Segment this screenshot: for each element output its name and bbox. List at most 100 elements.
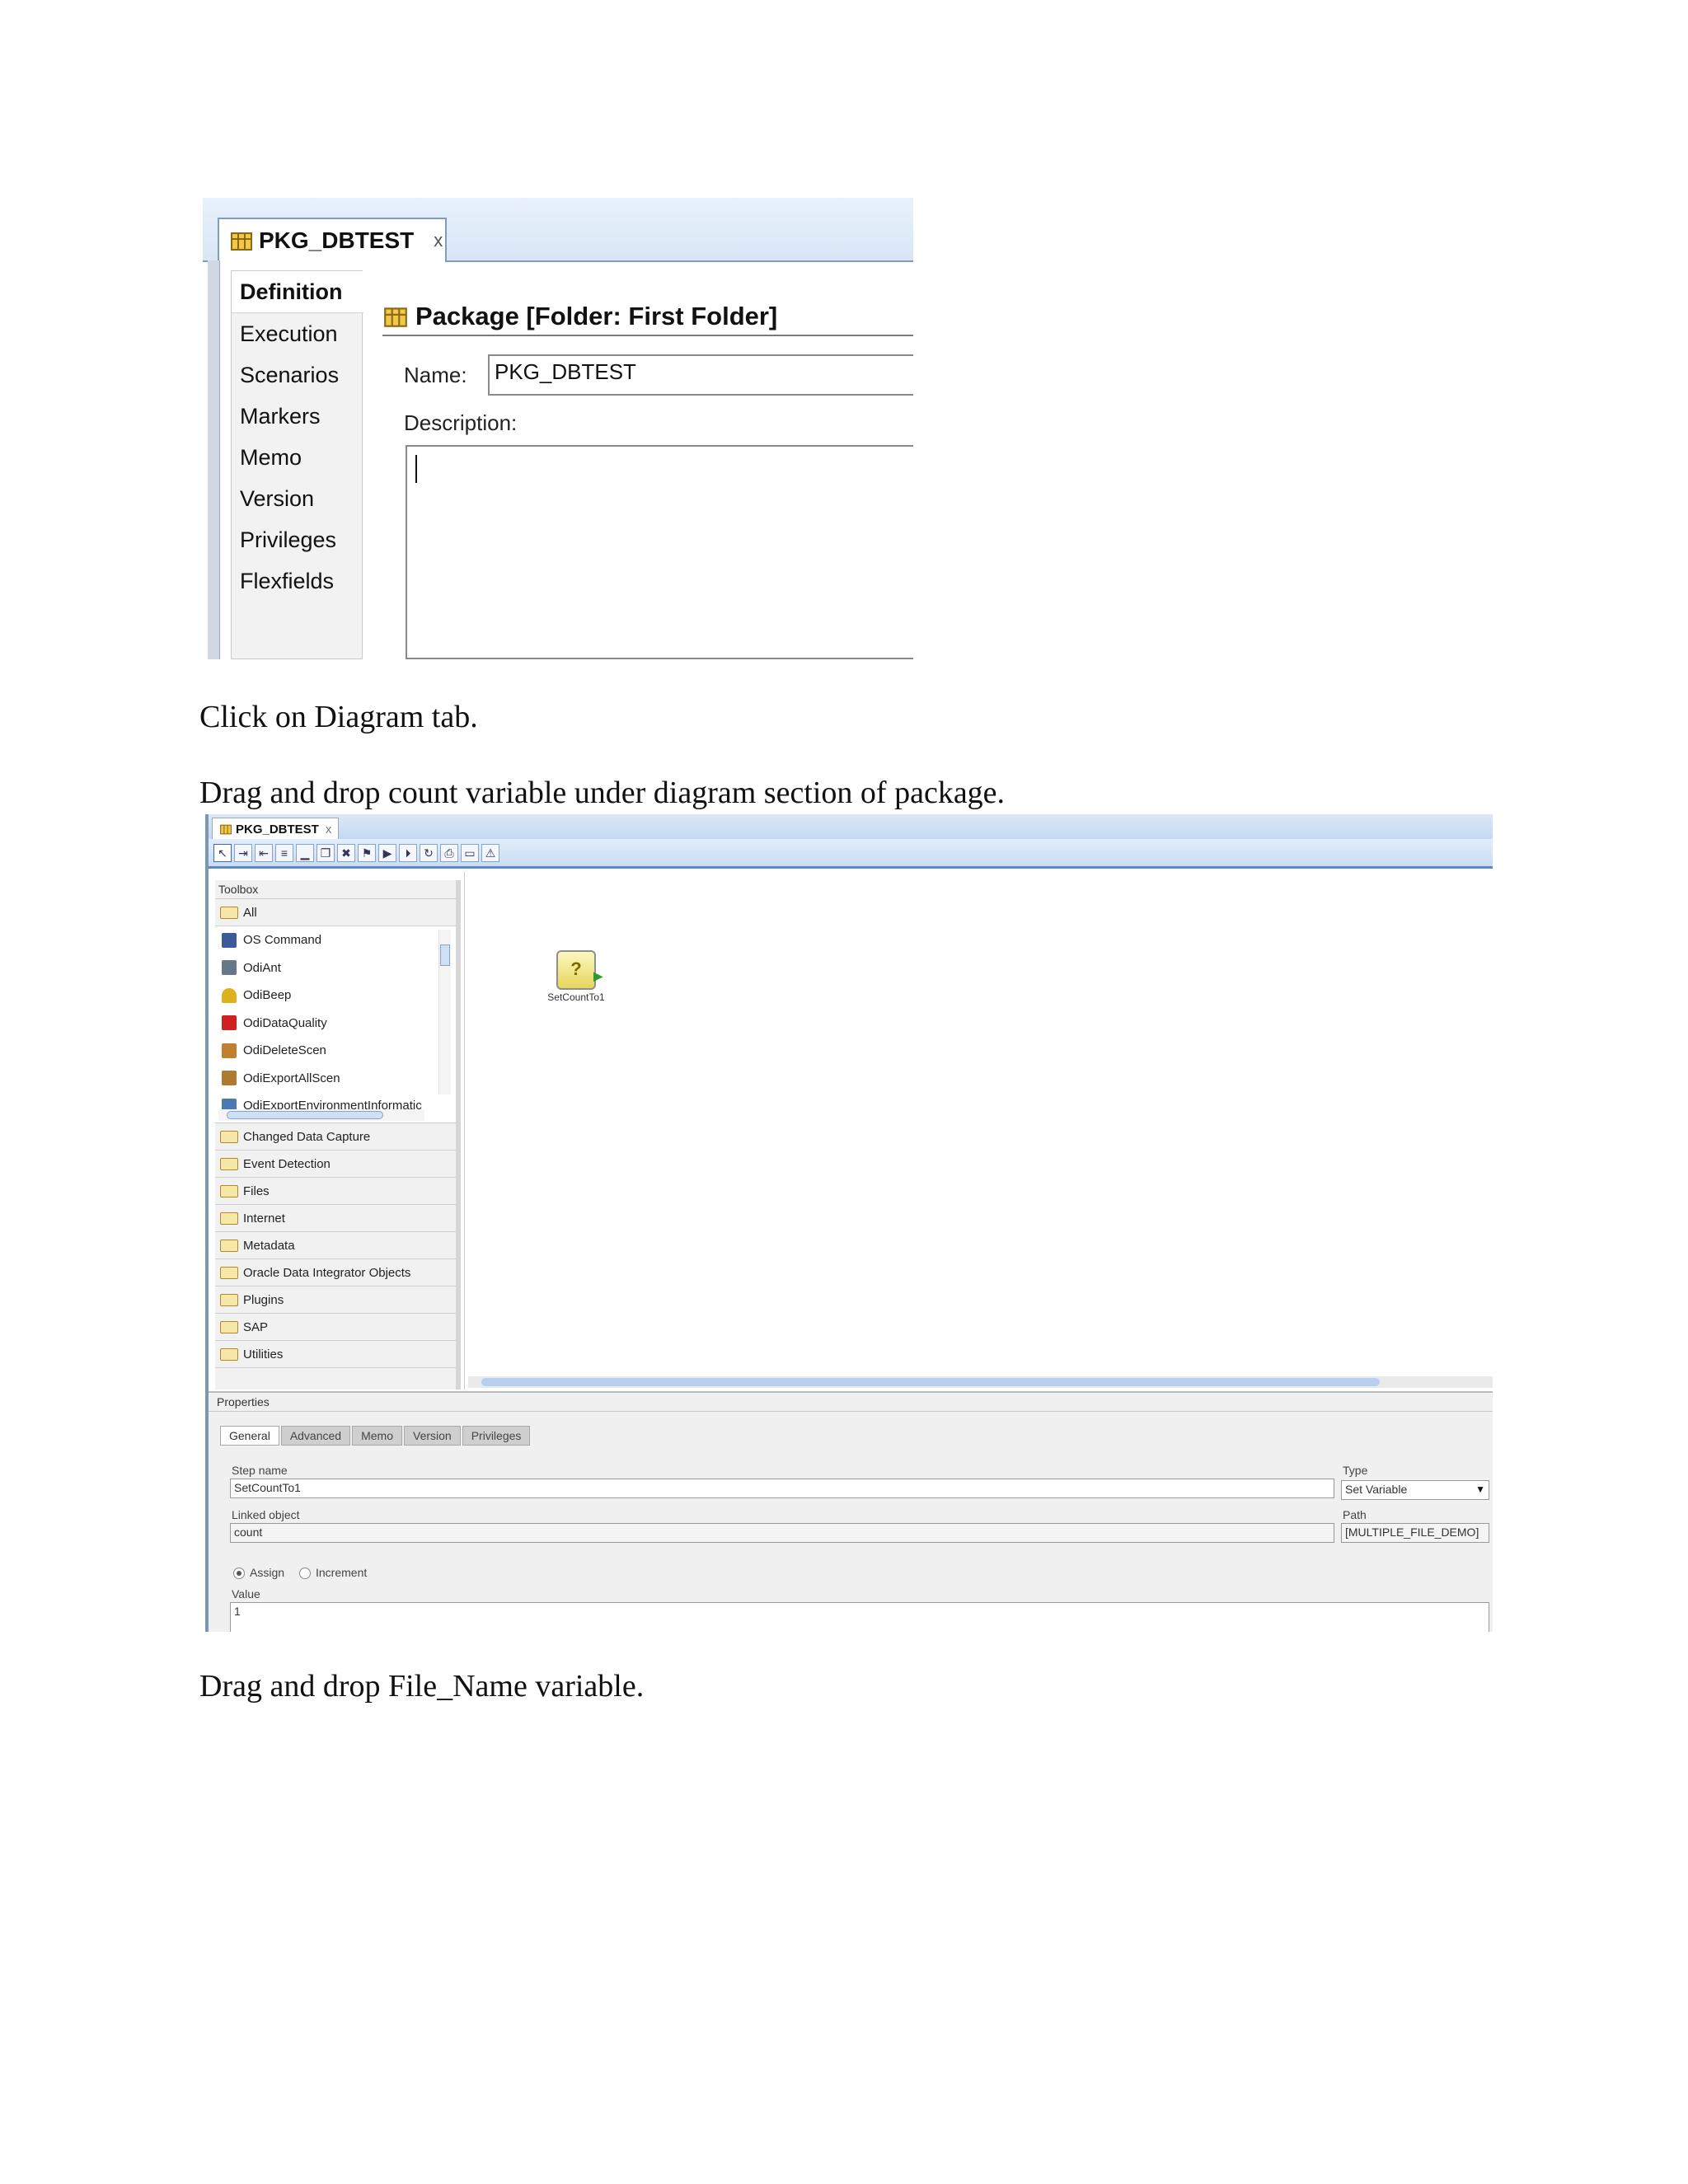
tool-item-odideletescen[interactable]: OdiDeleteScen [215,1037,456,1065]
toolbox-folder[interactable]: Changed Data Capture [215,1123,456,1151]
type-select[interactable]: Set Variable ▼ [1341,1480,1489,1500]
chevron-down-icon: ▼ [1475,1483,1485,1495]
editor-tab-pkg-dbtest[interactable]: PKG_DBTEST x [212,818,340,840]
editor-tabstrip: PKG_DBTEST x [209,814,1493,840]
first-step-arrow-icon: ▶ [593,969,603,982]
execute-package-icon[interactable]: ⏵ [399,843,417,862]
increment-label: Increment [316,1566,368,1579]
panel-title-text: Package [Folder: First Folder] [415,302,778,330]
toolbox-folder[interactable]: Files [215,1178,456,1205]
instruction-text: Drag and drop File_Name variable. [199,1669,645,1704]
folder-label: Event Detection [243,1156,331,1171]
nav-item-flexfields[interactable]: Flexfields [232,560,362,602]
type-select-value: Set Variable [1345,1483,1408,1496]
tool-label: OdiAnt [243,960,281,975]
nav-item-memo[interactable]: Memo [232,437,362,478]
folder-label: Files [243,1183,270,1198]
folder-label: SAP [243,1319,269,1334]
toolbox-title: Toolbox [215,880,456,899]
nav-item-version[interactable]: Version [232,478,362,519]
odiant-icon [222,960,237,976]
scrollbar-thumb[interactable] [481,1378,1380,1386]
nav-item-definition[interactable]: Definition [232,271,363,313]
delete-scenario-icon [222,1043,237,1058]
folder-icon [220,1320,238,1333]
tool-item-odiexportallscen[interactable]: OdiExportAllScen [215,1065,456,1093]
align-icon[interactable]: ≡ [275,843,293,862]
toolbox-folder[interactable]: Event Detection [215,1151,456,1178]
folder-icon [220,906,238,919]
toolbox-folder[interactable]: Metadata [215,1232,456,1259]
assign-radio[interactable] [233,1568,245,1579]
folder-label: Plugins [243,1292,284,1307]
folder-icon [220,1184,238,1197]
diagram-canvas[interactable]: ? ▶ SetCountTo1 [464,872,1493,1390]
editor-tab-label: PKG_DBTEST [236,822,319,837]
redo-icon[interactable]: ↻ [420,843,438,862]
select-pointer-icon[interactable]: ↖ [213,843,232,862]
folder-icon [220,1212,238,1225]
data-quality-icon [222,1015,237,1031]
scrollbar-thumb[interactable] [227,1111,383,1119]
value-field[interactable]: 1 [230,1602,1489,1632]
page-setup-icon[interactable]: ▭ [461,843,479,862]
execute-step-icon[interactable]: ▶ [378,843,396,862]
folder-label: Oracle Data Integrator Objects [243,1265,411,1280]
close-icon[interactable]: x [326,823,332,837]
nav-item-execution[interactable]: Execution [232,313,362,354]
editor-tab-label: PKG_DBTEST [259,227,415,253]
tab-general[interactable]: General [220,1426,279,1446]
toolbox-folder[interactable]: Plugins [215,1286,456,1314]
toolbox-folder[interactable]: SAP [215,1314,456,1341]
next-step-ok-icon[interactable]: ⇥ [234,843,252,862]
properties-title: Properties [209,1393,1493,1412]
toolbox-folder[interactable]: Utilities [215,1341,456,1368]
delete-icon[interactable]: ✖ [337,843,355,862]
package-icon [231,232,252,251]
canvas-horizontal-scrollbar[interactable] [468,1376,1493,1388]
path-label: Path [1343,1508,1367,1521]
linked-object-field[interactable]: count [230,1523,1334,1543]
tool-list-horizontal-scrollbar[interactable] [218,1109,424,1121]
assign-label: Assign [250,1566,285,1579]
scrollbar-thumb[interactable] [440,944,450,966]
tab-privileges[interactable]: Privileges [462,1426,531,1446]
panel-title: Package [Folder: First Folder] [382,298,913,336]
tab-memo[interactable]: Memo [352,1426,402,1446]
toolbox-folder[interactable]: Oracle Data Integrator Objects [215,1259,456,1286]
tab-advanced[interactable]: Advanced [280,1426,351,1446]
tool-label: OdiDeleteScen [243,1043,326,1058]
package-icon [220,824,232,835]
close-icon[interactable]: x [434,230,443,251]
folder-label: Utilities [243,1347,284,1361]
editor-tab-pkg-dbtest[interactable]: PKG_DBTEST x [218,218,447,262]
align-bottom-icon[interactable]: ▁ [296,843,314,862]
tool-item-odibeep[interactable]: OdiBeep [215,982,456,1010]
tool-item-os-command[interactable]: OS Command [215,926,456,954]
toolbox-folder[interactable]: Internet [215,1205,456,1232]
nav-item-scenarios[interactable]: Scenarios [232,354,362,396]
value-label: Value [232,1587,260,1601]
folder-icon [220,1239,238,1252]
diagram-step-setcountto1[interactable]: ? ▶ SetCountTo1 [547,950,605,1003]
folder-label: All [243,905,257,920]
bell-icon [222,987,237,1003]
name-field[interactable]: PKG_DBTEST [488,354,913,396]
warning-icon[interactable]: ⚠ [481,843,499,862]
toolbox-folder-all[interactable]: All [215,899,456,926]
description-field[interactable] [406,445,913,659]
diagram-toolbar: ↖ ⇥ ⇤ ≡ ▁ ❐ ✖ ⚑ ▶ ⏵ ↻ ⎙ ▭ ⚠ [209,839,1493,869]
print-icon[interactable]: ⎙ [440,843,458,862]
next-step-ko-icon[interactable]: ⇤ [255,843,273,862]
first-step-icon[interactable]: ⚑ [358,843,376,862]
tool-item-odidataquality[interactable]: OdiDataQuality [215,1010,456,1038]
duplicate-icon[interactable]: ❐ [316,843,335,862]
tool-list-vertical-scrollbar[interactable] [438,930,451,1094]
step-name-field[interactable]: SetCountTo1 [230,1479,1334,1498]
increment-radio[interactable] [299,1568,311,1579]
nav-item-markers[interactable]: Markers [232,396,362,437]
tool-item-odiant[interactable]: OdiAnt [215,954,456,982]
tab-version[interactable]: Version [404,1426,461,1446]
path-field[interactable]: [MULTIPLE_FILE_DEMO] [1341,1523,1489,1543]
nav-item-privileges[interactable]: Privileges [232,519,362,560]
